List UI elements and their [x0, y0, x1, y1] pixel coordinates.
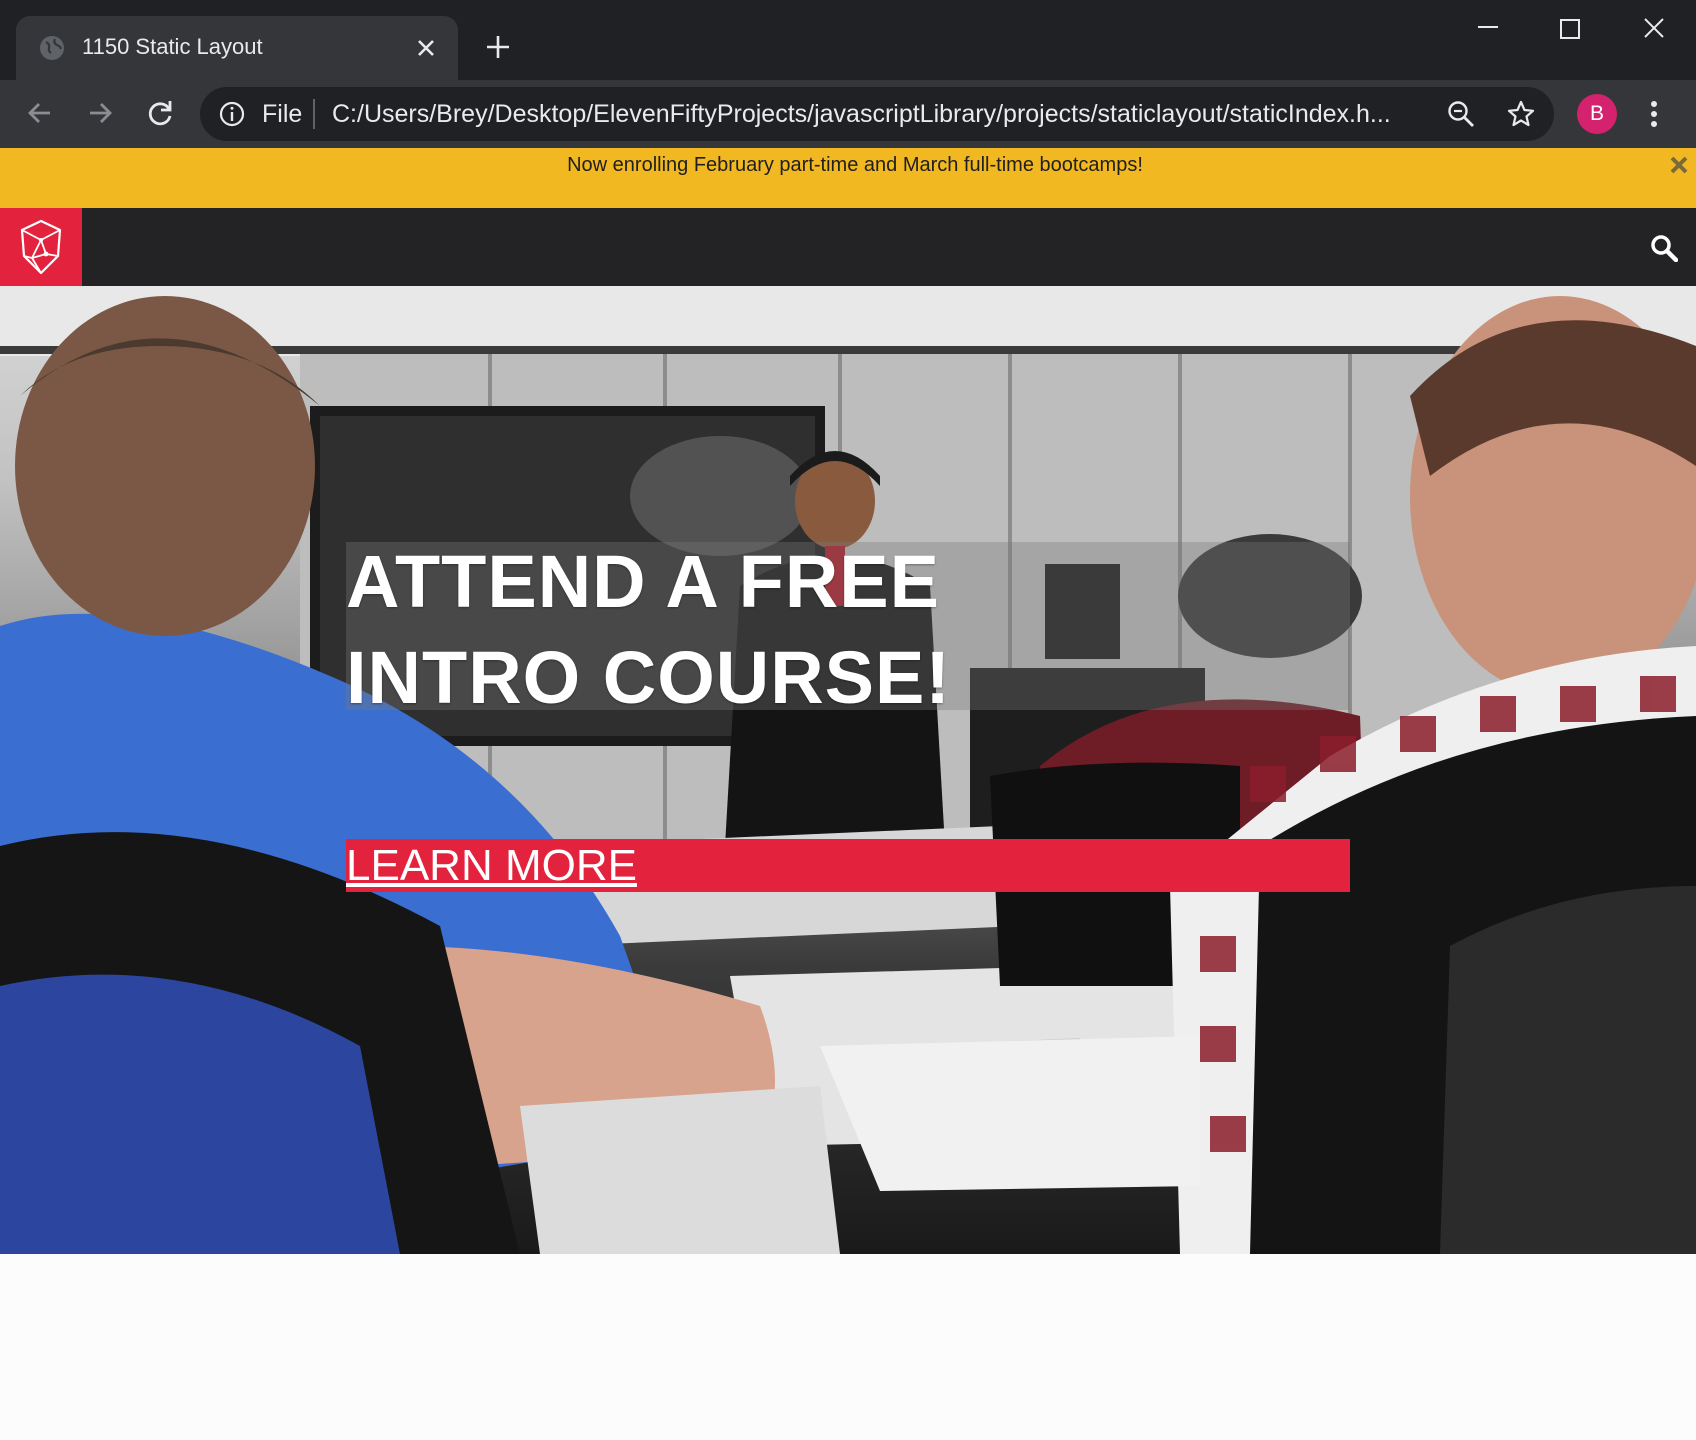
browser-tab[interactable]: 1150 Static Layout [16, 16, 458, 80]
back-arrow-icon[interactable] [22, 95, 58, 131]
address-bar[interactable]: File C:/Users/Brey/Desktop/ElevenFiftyPr… [200, 87, 1554, 141]
more-menu-icon[interactable] [1642, 97, 1666, 131]
reload-icon[interactable] [142, 95, 178, 131]
globe-icon [40, 36, 64, 60]
announcement-text[interactable]: Now enrolling February part-time and Mar… [0, 154, 1696, 177]
hero-background-photo [0, 286, 1696, 1254]
maximize-icon[interactable] [1542, 14, 1598, 48]
new-tab-icon[interactable] [483, 32, 513, 62]
window-close-icon[interactable] [1626, 14, 1682, 48]
omnibox-divider [313, 99, 315, 129]
site-logo[interactable] [0, 208, 82, 286]
close-tab-icon[interactable] [412, 34, 440, 62]
tab-title: 1150 Static Layout [82, 34, 263, 59]
url-scheme-label: File [262, 100, 303, 128]
headline-line-1: ATTEND A FREE [346, 540, 941, 623]
close-banner-icon[interactable] [1668, 154, 1690, 176]
headline-line-2: INTRO COURSE! [346, 636, 951, 719]
search-icon[interactable] [1650, 234, 1678, 262]
hero-headline: ATTEND A FREE INTRO COURSE! [346, 534, 1106, 726]
profile-avatar[interactable]: B [1577, 94, 1617, 134]
page-body-blank [0, 1254, 1696, 1440]
hero-section: ATTEND A FREE INTRO COURSE! LEARN MORE [0, 286, 1696, 1254]
minimize-icon[interactable] [1460, 14, 1516, 48]
info-icon[interactable] [218, 100, 246, 128]
announcement-banner: Now enrolling February part-time and Mar… [0, 148, 1696, 208]
learn-more-bar: LEARN MORE [346, 839, 1350, 892]
browser-titlebar: 1150 Static Layout [0, 0, 1696, 80]
forward-arrow-icon[interactable] [82, 95, 118, 131]
logo-shield-icon [20, 219, 62, 275]
bookmark-star-icon[interactable] [1506, 99, 1536, 129]
browser-toolbar: File C:/Users/Brey/Desktop/ElevenFiftyPr… [0, 80, 1696, 148]
url-text[interactable]: C:/Users/Brey/Desktop/ElevenFiftyProject… [332, 100, 1412, 129]
learn-more-link[interactable]: LEARN MORE [346, 841, 637, 891]
site-navbar [0, 208, 1696, 286]
zoom-icon[interactable] [1446, 99, 1476, 129]
